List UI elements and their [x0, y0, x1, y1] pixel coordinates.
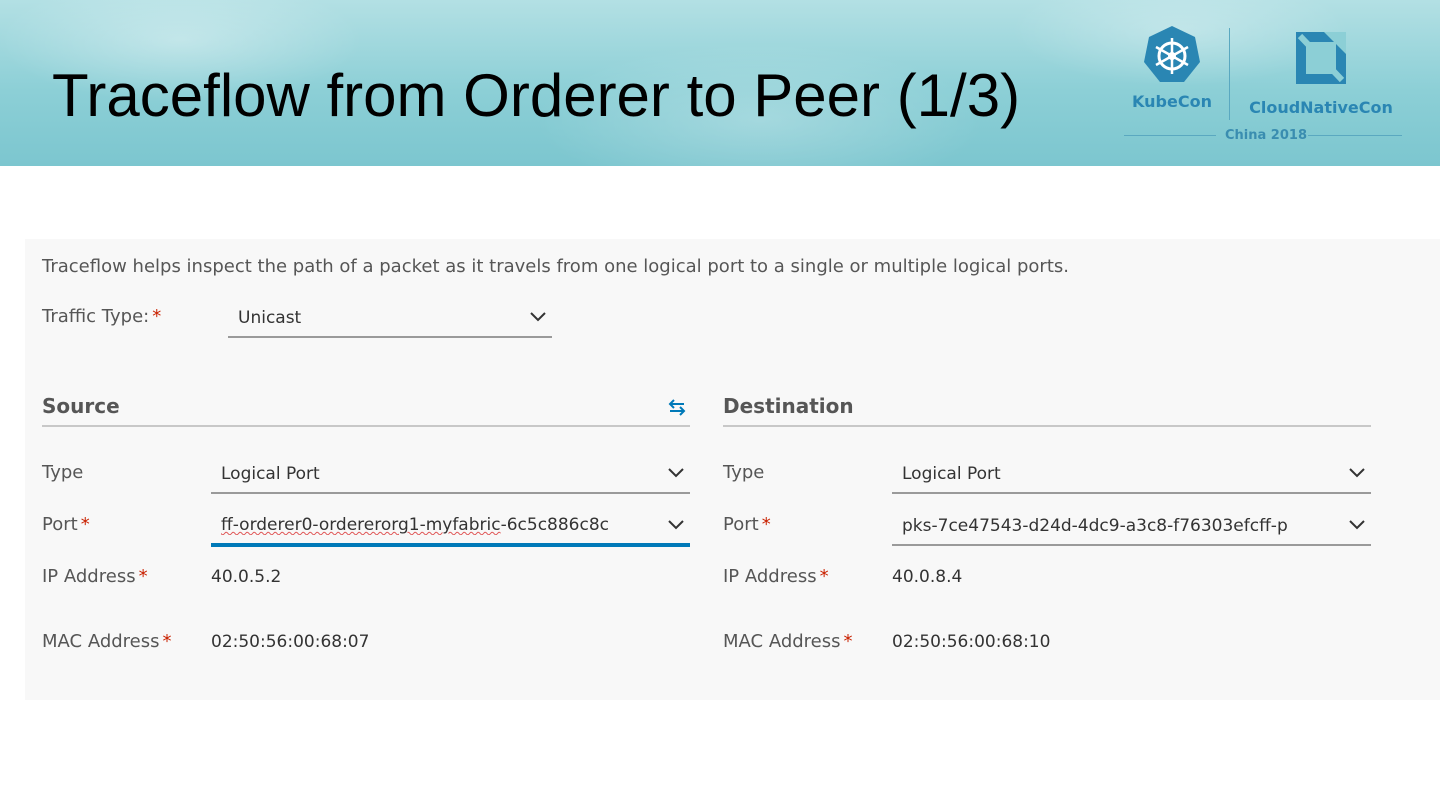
source-port-value-rest: -6c5c886c8c: [500, 515, 609, 535]
source-ip-label-text: IP Address: [42, 566, 136, 587]
destination-type-select[interactable]: Logical Port: [892, 458, 1371, 494]
destination-port-value: pks-7ce47543-d24d-4dc9-a3c8-f76303efcff-…: [902, 516, 1288, 536]
destination-mac-label-text: MAC Address: [723, 631, 841, 652]
kubecon-label: KubeCon: [1132, 92, 1212, 111]
destination-ip-value: 40.0.8.4: [892, 567, 963, 587]
source-mac-label-text: MAC Address: [42, 631, 160, 652]
source-type-value: Logical Port: [221, 464, 320, 484]
source-type-select[interactable]: Logical Port: [211, 458, 690, 494]
chevron-down-icon: [530, 312, 546, 322]
slide-banner: Traceflow from Orderer to Peer (1/3) Kub…: [0, 0, 1440, 166]
required-marker: *: [843, 631, 853, 652]
source-title: Source: [42, 394, 120, 418]
required-marker: *: [162, 631, 172, 652]
traffic-type-value: Unicast: [238, 308, 302, 328]
destination-type-label: Type: [723, 462, 765, 483]
source-port-select[interactable]: ff-orderer0-ordererorg1-myfabric-6c5c886…: [211, 509, 690, 547]
source-port-value: ff-orderer0-ordererorg1-myfabric-6c5c886…: [221, 515, 653, 535]
logo-divider: [1229, 28, 1230, 120]
traceflow-description: Traceflow helps inspect the path of a pa…: [42, 256, 1069, 277]
cloudnativecon-logo: CloudNativeCon: [1240, 30, 1402, 126]
destination-port-label-text: Port: [723, 514, 759, 535]
chevron-down-icon: [668, 468, 684, 478]
destination-type-value: Logical Port: [902, 464, 1001, 484]
source-ip-label: IP Address *: [42, 566, 148, 587]
source-type-label: Type: [42, 462, 84, 483]
source-port-label: Port *: [42, 514, 90, 535]
destination-mac-label: MAC Address *: [723, 631, 853, 652]
destination-divider: [723, 425, 1371, 427]
swap-arrows-icon[interactable]: [668, 398, 686, 416]
traceflow-panel: Traceflow helps inspect the path of a pa…: [25, 239, 1440, 700]
destination-title: Destination: [723, 394, 854, 418]
kubernetes-helm-icon: [1144, 26, 1200, 82]
source-ip-value: 40.0.5.2: [211, 567, 282, 587]
event-label: China 2018: [1225, 128, 1307, 143]
chevron-down-icon: [668, 520, 684, 530]
source-port-value-misspelled: ff-orderer0-ordererorg1-myfabric: [221, 515, 501, 535]
chevron-down-icon: [1349, 520, 1365, 530]
chevron-down-icon: [1349, 468, 1365, 478]
required-marker: *: [138, 566, 148, 587]
required-marker: *: [80, 514, 90, 535]
event-line-left: [1124, 135, 1216, 136]
destination-ip-label-text: IP Address: [723, 566, 817, 587]
required-marker: *: [761, 514, 771, 535]
source-divider: [42, 425, 690, 427]
required-marker: *: [152, 306, 162, 327]
kubecon-logo: KubeCon: [1128, 24, 1216, 124]
traffic-type-select[interactable]: Unicast: [228, 302, 552, 338]
cloudnativecon-label: CloudNativeCon: [1249, 98, 1393, 117]
destination-port-label: Port *: [723, 514, 771, 535]
destination-port-select[interactable]: pks-7ce47543-d24d-4dc9-a3c8-f76303efcff-…: [892, 510, 1371, 546]
cncf-logo-icon: [1296, 32, 1346, 84]
source-mac-value: 02:50:56:00:68:07: [211, 632, 370, 652]
required-marker: *: [819, 566, 829, 587]
source-mac-label: MAC Address *: [42, 631, 172, 652]
destination-mac-value: 02:50:56:00:68:10: [892, 632, 1051, 652]
source-port-label-text: Port: [42, 514, 78, 535]
traffic-type-label-text: Traffic Type:: [42, 306, 150, 327]
event-line-right: [1308, 135, 1402, 136]
destination-ip-label: IP Address *: [723, 566, 829, 587]
slide-title: Traceflow from Orderer to Peer (1/3): [52, 62, 1021, 129]
traffic-type-label: Traffic Type: *: [42, 306, 161, 327]
